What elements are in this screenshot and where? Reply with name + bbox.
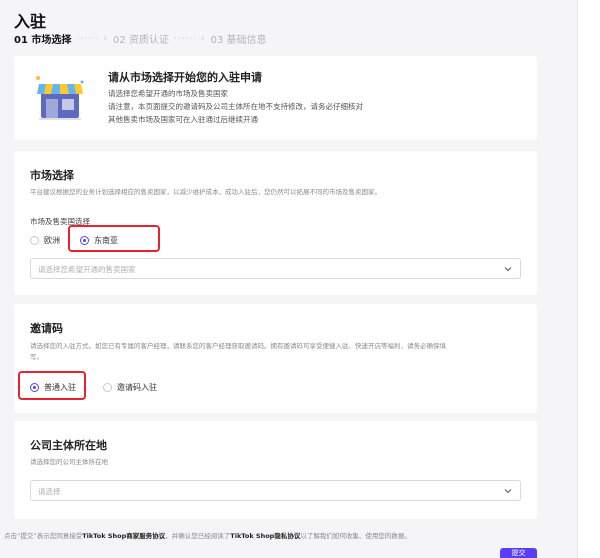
radio-label: 欧洲: [44, 236, 60, 245]
invite-card: 邀请码 请选择您的入驻方式。如您已有专属的客户经理，请联系您的客户经理获取邀请码…: [14, 304, 537, 413]
intro-text: 其他售卖市场及国家可在入驻通过后继续开通: [108, 115, 258, 124]
chevron-down-icon: [504, 267, 512, 272]
intro-text: 请注意，本页面提交的邀请码及公司主体所在地不支持修改，请务必仔细核对: [108, 102, 363, 111]
market-card: 市场选择 平台建议根据您的业务计划选择相应的售卖国家，以减少维护成本，成功入驻后…: [14, 151, 537, 295]
step-market: 01 市场选择: [14, 35, 72, 46]
agreement-note: 点击“提交”表示您同意接受TikTok Shop商家服务协议，并确认您已经阅读了…: [4, 530, 411, 540]
company-location-select[interactable]: 请选择: [30, 480, 521, 501]
invite-description: 写。: [30, 353, 43, 361]
scrollbar[interactable]: [577, 0, 600, 558]
shop-icon: [36, 76, 84, 120]
select-placeholder: 请选择您希望开通的售卖国家: [38, 265, 136, 274]
select-placeholder: 请选择: [38, 487, 61, 496]
step-basic-info: 03 基础信息: [210, 35, 267, 46]
highlight-box: [18, 371, 86, 400]
submit-button[interactable]: 提交: [500, 548, 537, 558]
radio-invite-entry[interactable]: 邀请码入驻: [103, 382, 157, 393]
market-description: 平台建议根据您的业务计划选择相应的售卖国家，以减少维护成本，成功入驻后，您仍然可…: [30, 188, 381, 196]
agreement-text: ，并确认您已经阅读了: [165, 532, 231, 540]
intro-text: 请选择您希望开通的市场及售卖国家: [108, 89, 228, 98]
radio-indicator: [103, 383, 112, 392]
step-separator: ······ ›: [76, 33, 109, 44]
step-separator: ······ ›: [173, 33, 206, 44]
highlight-box: [68, 225, 160, 252]
step-qualification: 02 资质认证: [113, 35, 169, 46]
company-description: 请选择您的公司主体所在地: [30, 458, 108, 466]
company-card: 公司主体所在地 请选择您的公司主体所在地 请选择: [14, 421, 537, 519]
agreement-text: 点击“提交”表示您同意接受: [4, 532, 83, 540]
chevron-down-icon: [504, 489, 512, 494]
privacy-policy-link[interactable]: TikTok Shop隐私协议: [230, 532, 300, 540]
radio-indicator: [30, 236, 39, 245]
market-title: 市场选择: [30, 169, 74, 182]
intro-card: 请从市场选择开始您的入驻申请 请选择您希望开通的市场及售卖国家 请注意，本页面提…: [14, 56, 537, 140]
country-select[interactable]: 请选择您希望开通的售卖国家: [30, 258, 521, 279]
invite-title: 邀请码: [30, 322, 63, 335]
agreement-text: 以了解我们如何收集、使用您的数据。: [300, 532, 411, 540]
step-progress: 01 市场选择 ······ › 02 资质认证 ······ › 03 基础信…: [14, 31, 267, 47]
radio-label: 邀请码入驻: [117, 383, 157, 392]
merchant-agreement-link[interactable]: TikTok Shop商家服务协议: [82, 532, 165, 540]
invite-description: 请选择您的入驻方式。如您已有专属的客户经理，请联系您的客户经理获取邀请码。拥有邀…: [30, 342, 446, 350]
page-title: 入驻: [14, 12, 47, 31]
intro-title: 请从市场选择开始您的入驻申请: [108, 71, 262, 84]
radio-europe[interactable]: 欧洲: [30, 235, 60, 246]
company-title: 公司主体所在地: [30, 439, 107, 452]
